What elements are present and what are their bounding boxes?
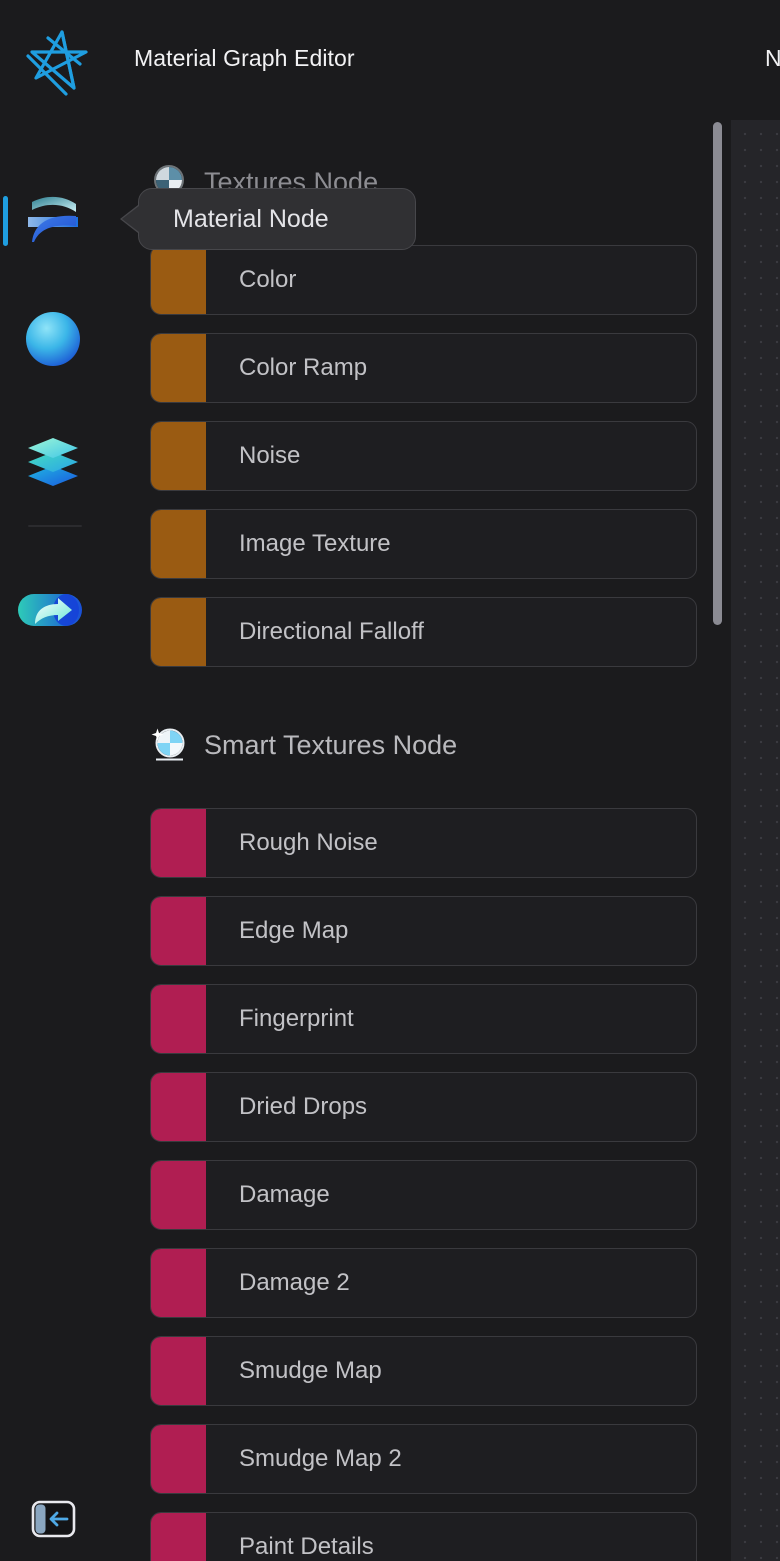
node-color-swatch — [151, 1513, 206, 1561]
node-item-label: Image Texture — [239, 530, 391, 557]
node-item-paint-details[interactable]: Paint Details — [150, 1512, 697, 1561]
node-item-damage-2[interactable]: Damage 2 — [150, 1248, 697, 1318]
sparkle-pie-circle-icon — [150, 726, 188, 764]
node-item-label: Damage 2 — [239, 1269, 350, 1296]
panel-scrollbar-thumb[interactable] — [713, 122, 722, 625]
node-item-label: Color — [239, 266, 297, 293]
node-color-swatch — [151, 422, 206, 490]
sidebar-item-export-tool[interactable] — [18, 572, 88, 642]
node-item-label: Edge Map — [239, 917, 349, 944]
node-color-swatch — [151, 809, 206, 877]
tooltip-label: Material Node — [173, 204, 329, 233]
node-item-label: Dried Drops — [239, 1093, 368, 1120]
node-library-panel: Textures Node Color Color Ramp Noise Ima… — [110, 120, 730, 1561]
node-color-swatch — [151, 1249, 206, 1317]
node-color-swatch — [151, 598, 206, 666]
sidebar-item-layers-tool[interactable] — [18, 420, 88, 490]
node-item-label: Damage — [239, 1181, 330, 1208]
node-item-damage[interactable]: Damage — [150, 1160, 697, 1230]
top-bar: Material Graph Editor N — [0, 0, 780, 120]
node-item-image-texture[interactable]: Image Texture — [150, 509, 697, 579]
collapse-panel-button[interactable] — [31, 1499, 76, 1539]
node-item-smudge-map-2[interactable]: Smudge Map 2 — [150, 1424, 697, 1494]
node-item-rough-noise[interactable]: Rough Noise — [150, 808, 697, 878]
node-item-fingerprint[interactable]: Fingerprint — [150, 984, 697, 1054]
node-item-label: Color Ramp — [239, 354, 368, 381]
node-item-color[interactable]: Color — [150, 245, 697, 315]
node-item-label: Paint Details — [239, 1533, 374, 1560]
node-color-swatch — [151, 985, 206, 1053]
rail-divider — [28, 525, 82, 527]
graph-canvas[interactable] — [731, 120, 780, 1561]
node-item-label: Fingerprint — [239, 1005, 354, 1032]
node-item-label: Smudge Map 2 — [239, 1445, 402, 1472]
star-outline-logo — [18, 16, 94, 104]
sidebar-item-material-graph-tool[interactable] — [18, 186, 88, 256]
layers-stack-icon — [18, 420, 88, 490]
node-item-color-ramp[interactable]: Color Ramp — [150, 333, 697, 403]
node-color-swatch — [151, 1337, 206, 1405]
rail-active-indicator — [3, 196, 8, 246]
sphere-icon — [18, 303, 88, 373]
app-root: Material Graph Editor N Textures Node Co… — [0, 0, 780, 1561]
node-color-swatch — [151, 897, 206, 965]
node-color-swatch — [151, 246, 206, 314]
section-header-smart-textures-node: Smart Textures Node — [150, 721, 457, 769]
node-item-noise[interactable]: Noise — [150, 421, 697, 491]
section-title: Smart Textures Node — [204, 729, 458, 760]
sidebar-item-sphere-preview-tool[interactable] — [18, 303, 88, 373]
export-arrow-icon — [18, 572, 88, 642]
node-item-label: Rough Noise — [239, 829, 378, 856]
node-color-swatch — [151, 1161, 206, 1229]
node-item-label: Smudge Map — [239, 1357, 382, 1384]
node-color-swatch — [151, 1073, 206, 1141]
node-color-swatch — [151, 1425, 206, 1493]
ribbon-wave-icon — [18, 186, 88, 256]
node-item-edge-map[interactable]: Edge Map — [150, 896, 697, 966]
node-item-label: Noise — [239, 442, 301, 469]
left-rail — [0, 120, 110, 1561]
node-color-swatch — [151, 334, 206, 402]
node-item-dried-drops[interactable]: Dried Drops — [150, 1072, 697, 1142]
node-color-swatch — [151, 510, 206, 578]
node-item-label: Directional Falloff — [239, 618, 424, 645]
node-item-smudge-map[interactable]: Smudge Map — [150, 1336, 697, 1406]
page-title-overflow: N — [765, 45, 780, 71]
page-title: Material Graph Editor — [134, 45, 355, 71]
tooltip-material-node: Material Node — [120, 188, 416, 250]
panel-collapse-left-icon — [31, 1500, 76, 1538]
node-item-directional-falloff[interactable]: Directional Falloff — [150, 597, 697, 667]
tooltip-arrow — [122, 206, 139, 232]
